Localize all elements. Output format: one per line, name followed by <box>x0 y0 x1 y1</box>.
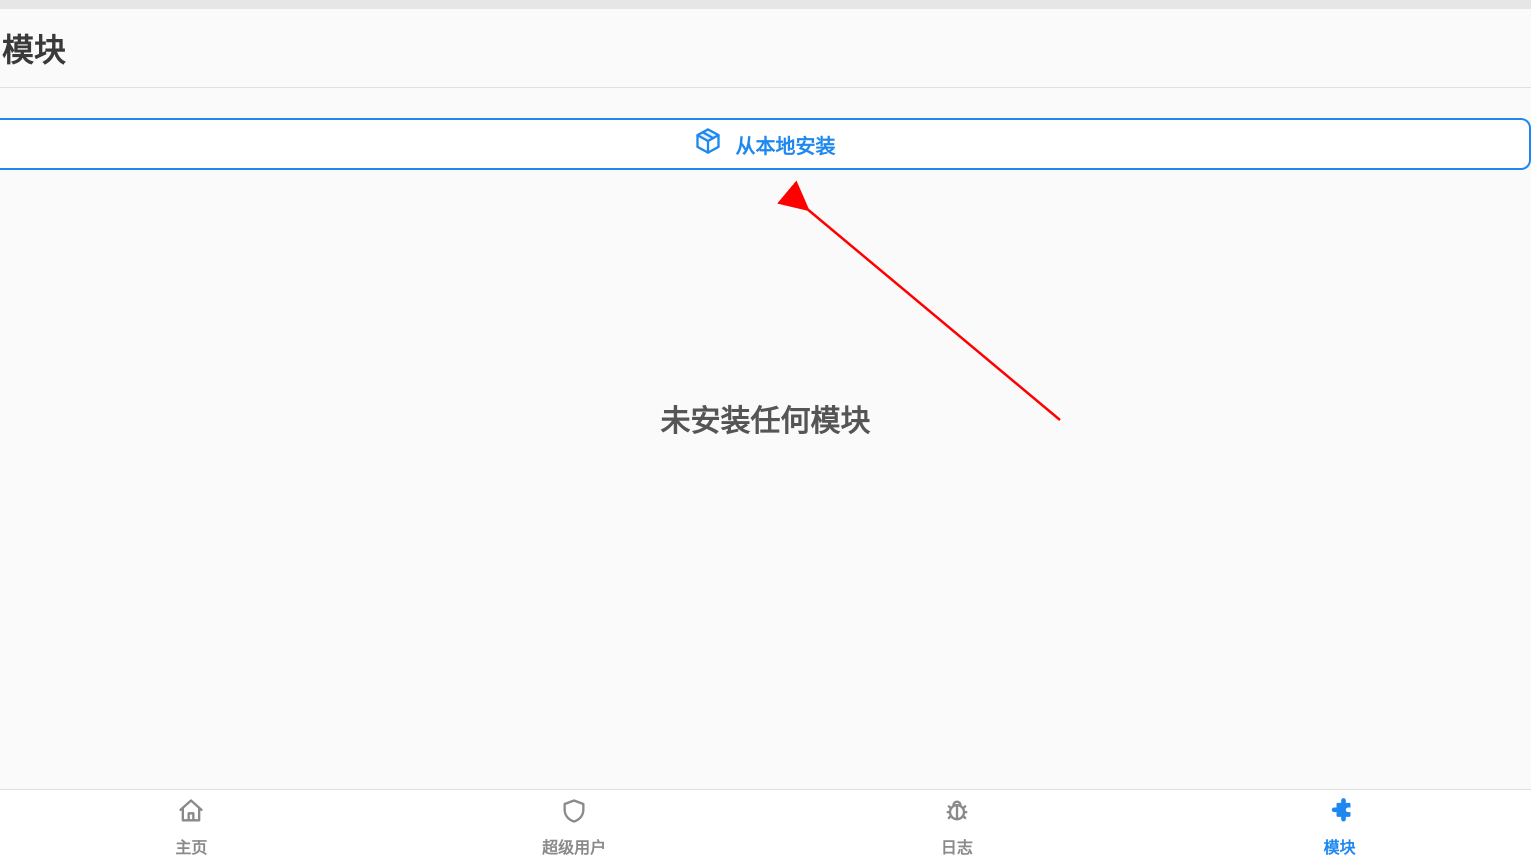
home-icon <box>177 797 205 830</box>
install-from-local-label: 从本地安装 <box>736 130 836 159</box>
empty-state-message: 未安装任何模块 <box>0 396 1531 440</box>
nav-label: 日志 <box>941 834 973 858</box>
bug-icon <box>943 797 971 830</box>
content-area: 从本地安装 未安装任何模块 <box>0 88 1531 440</box>
nav-logs[interactable]: 日志 <box>766 790 1149 865</box>
nav-label: 超级用户 <box>542 834 606 858</box>
shield-icon <box>560 797 588 830</box>
title-bar: 模块 <box>0 9 1531 88</box>
install-from-local-button[interactable]: 从本地安装 <box>0 118 1531 170</box>
status-bar <box>0 0 1531 9</box>
nav-label: 主页 <box>175 834 207 858</box>
package-open-icon <box>694 127 722 161</box>
bottom-nav: 主页 超级用户 日志 模 <box>0 789 1531 865</box>
app-root: 模块 从本地安装 未安装任何模块 CSDN @火焰蔷薇 <box>0 0 1531 865</box>
nav-label: 模块 <box>1324 834 1356 858</box>
page-title: 模块 <box>2 25 66 71</box>
puzzle-icon <box>1326 797 1354 830</box>
nav-superuser[interactable]: 超级用户 <box>383 790 766 865</box>
nav-home[interactable]: 主页 <box>0 790 383 865</box>
nav-modules[interactable]: 模块 <box>1148 790 1531 865</box>
